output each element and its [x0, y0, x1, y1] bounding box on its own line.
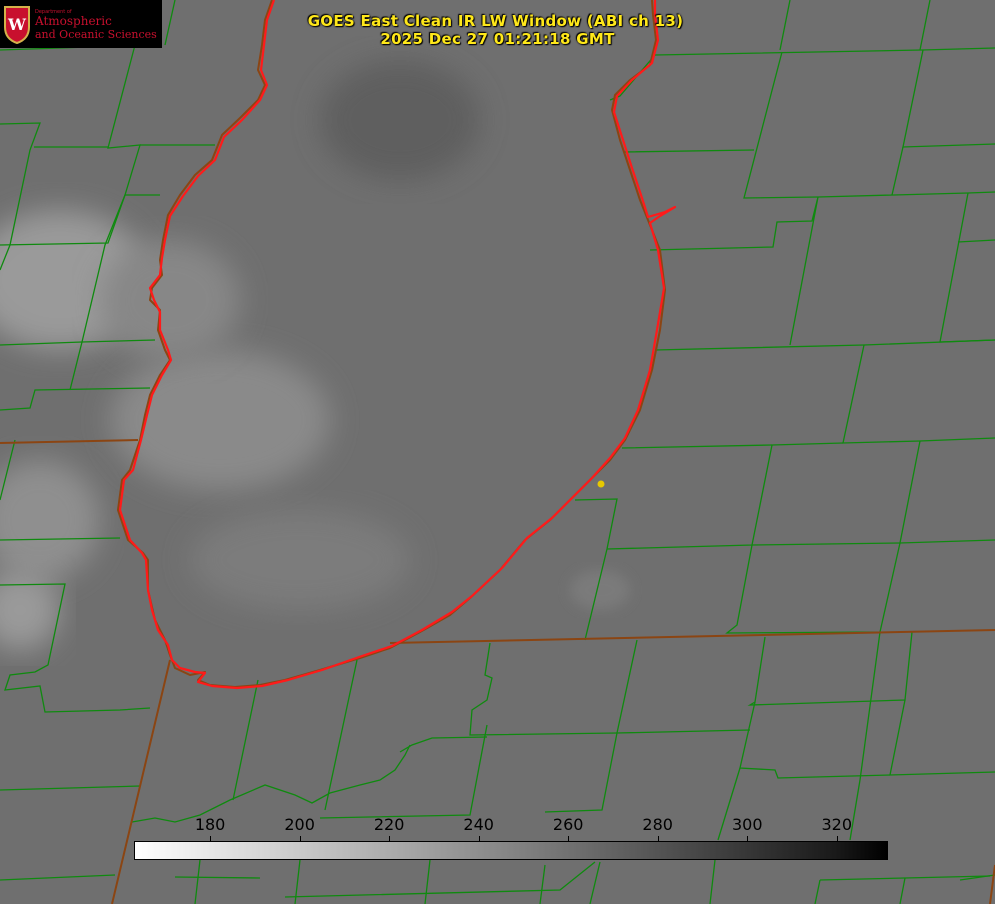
colorbar-tick-label: 260 [552, 815, 584, 834]
colorbar-tick-mark [210, 836, 212, 842]
temperature-colorbar [134, 841, 888, 860]
image-title: GOES East Clean IR LW Window (ABI ch 13) [307, 12, 684, 30]
colorbar-tick-label: 280 [642, 815, 673, 834]
colorbar-tick-mark [299, 836, 301, 842]
colorbar-tick-mark [747, 836, 749, 842]
satellite-image-viewer: W Department of Atmospheric and Oceanic … [0, 0, 995, 904]
satellite-map [0, 0, 995, 904]
colorbar-tick-mark [389, 836, 391, 842]
colorbar-tick-mark [478, 836, 480, 842]
colorbar-tick-label: 300 [731, 815, 763, 834]
colorbar-tick-label: 240 [463, 815, 494, 834]
city-dot-icon [597, 480, 605, 488]
colorbar-tick-label: 320 [821, 815, 853, 834]
colorbar-tick-mark [657, 836, 659, 842]
colorbar-tick-label: 220 [373, 815, 405, 834]
colorbar-tick-label: 200 [284, 815, 315, 834]
colorbar-tick-mark [836, 836, 838, 842]
image-timestamp: 2025 Dec 27 01:21:18 GMT [380, 30, 615, 48]
colorbar-tick-mark [568, 836, 570, 842]
colorbar-tick-label: 180 [194, 815, 226, 834]
